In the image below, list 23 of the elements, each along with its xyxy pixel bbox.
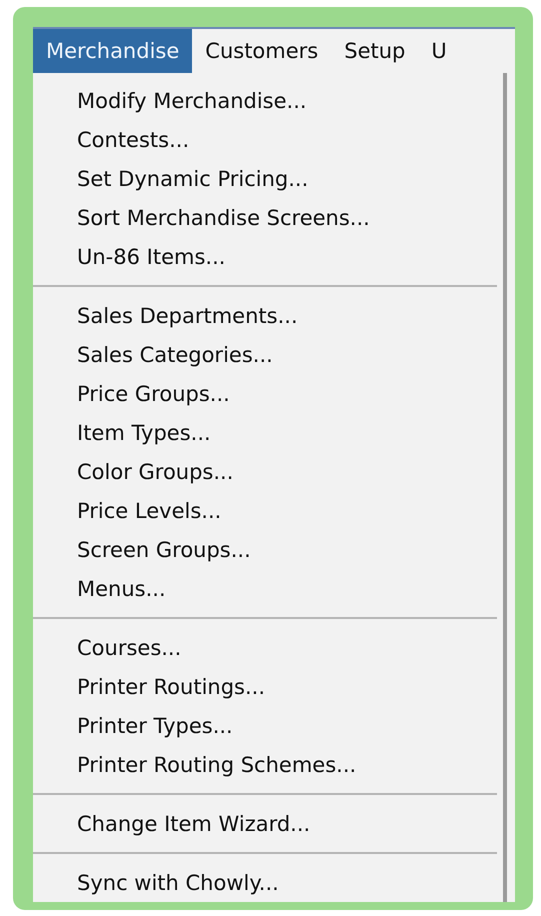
menu-item[interactable]: Sort Merchandise Screens... — [33, 198, 503, 237]
menu-item[interactable]: Screen Groups... — [33, 530, 503, 569]
menu-item[interactable]: Set Dynamic Pricing... — [33, 159, 503, 198]
menu-item[interactable]: Sales Departments... — [33, 296, 503, 335]
menu-item[interactable]: Courses... — [33, 628, 503, 667]
menu-item[interactable]: Modify Merchandise... — [33, 81, 503, 120]
menu-item[interactable]: Contests... — [33, 120, 503, 159]
menu-item[interactable]: Printer Routing Schemes... — [33, 745, 503, 784]
menu-bar-item[interactable]: Setup — [331, 29, 418, 73]
menu-item[interactable]: Color Groups... — [33, 452, 503, 491]
menu-item[interactable]: Change Item Wizard... — [33, 804, 503, 843]
menu-bar-item[interactable]: Customers — [192, 29, 332, 73]
menu-item[interactable]: Printer Routings... — [33, 667, 503, 706]
menu-bar-item[interactable]: U — [418, 29, 460, 73]
menu-item[interactable]: Price Levels... — [33, 491, 503, 530]
menu-item[interactable]: Price Groups... — [33, 374, 503, 413]
menu-item[interactable]: Un-86 Items... — [33, 237, 503, 276]
menu-bar-item[interactable]: Merchandise — [33, 29, 192, 73]
menu-item[interactable]: Printer Types... — [33, 706, 503, 745]
menu-item[interactable]: Menus... — [33, 569, 503, 608]
menu-item[interactable]: Item Types... — [33, 413, 503, 452]
menu-item[interactable]: Sales Categories... — [33, 335, 503, 374]
menu-item[interactable]: Sync with Chowly... — [33, 863, 503, 902]
